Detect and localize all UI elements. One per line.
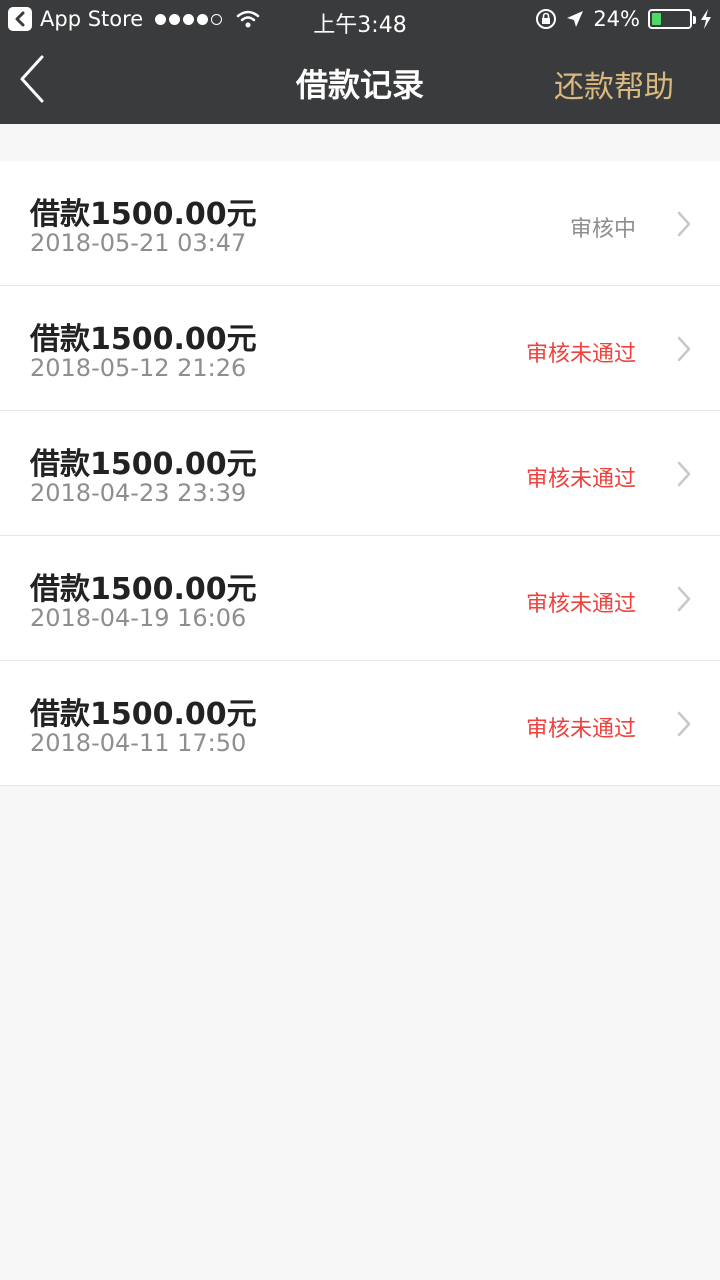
loan-date: 2018-05-12 21:26 [30, 354, 247, 382]
loan-record-row[interactable]: 借款1500.00元 2018-04-11 17:50 审核未通过 [0, 661, 720, 786]
review-status: 审核未通过 [525, 342, 636, 367]
loan-amount: 借款1500.00元 [30, 322, 257, 357]
chevron-right-icon [677, 711, 691, 737]
header: App Store 上午3:48 24% 借款记录 还款帮助 [0, 0, 720, 124]
chevron-right-icon [677, 461, 691, 487]
battery-level [652, 13, 661, 25]
status-bar: App Store 上午3:48 24% [0, 0, 720, 40]
chevron-right-icon [677, 336, 691, 362]
loan-amount: 借款1500.00元 [30, 572, 257, 607]
review-status: 审核未通过 [525, 717, 636, 742]
loan-record-row[interactable]: 借款1500.00元 2018-04-23 23:39 审核未通过 [0, 411, 720, 536]
loan-record-row[interactable]: 借款1500.00元 2018-04-19 16:06 审核未通过 [0, 536, 720, 661]
battery-icon [648, 9, 696, 29]
loan-date: 2018-04-23 23:39 [30, 479, 247, 507]
orientation-lock-icon [536, 9, 557, 29]
nav-bar: 借款记录 还款帮助 [0, 40, 720, 124]
status-right: 24% [535, 7, 712, 31]
review-status: 审核中 [569, 217, 636, 242]
repayment-help-button[interactable]: 还款帮助 [554, 62, 674, 106]
loan-amount: 借款1500.00元 [30, 447, 257, 482]
loan-date: 2018-05-21 03:47 [30, 229, 247, 257]
battery-percent: 24% [593, 7, 640, 31]
loan-record-row[interactable]: 借款1500.00元 2018-05-21 03:47 审核中 [0, 161, 720, 286]
chevron-right-icon [677, 211, 691, 237]
loan-record-row[interactable]: 借款1500.00元 2018-05-12 21:26 审核未通过 [0, 286, 720, 411]
chevron-right-icon [677, 586, 691, 612]
review-status: 审核未通过 [525, 467, 636, 492]
loan-date: 2018-04-11 17:50 [30, 729, 247, 757]
loan-amount: 借款1500.00元 [30, 697, 257, 732]
charging-bolt-icon [701, 9, 711, 29]
loan-amount: 借款1500.00元 [30, 197, 257, 232]
location-arrow-icon [567, 11, 584, 27]
review-status: 审核未通过 [525, 592, 636, 617]
loan-record-list: 借款1500.00元 2018-05-21 03:47 审核中 借款1500.00元 2… [0, 161, 720, 786]
loan-date: 2018-04-19 16:06 [30, 604, 247, 632]
